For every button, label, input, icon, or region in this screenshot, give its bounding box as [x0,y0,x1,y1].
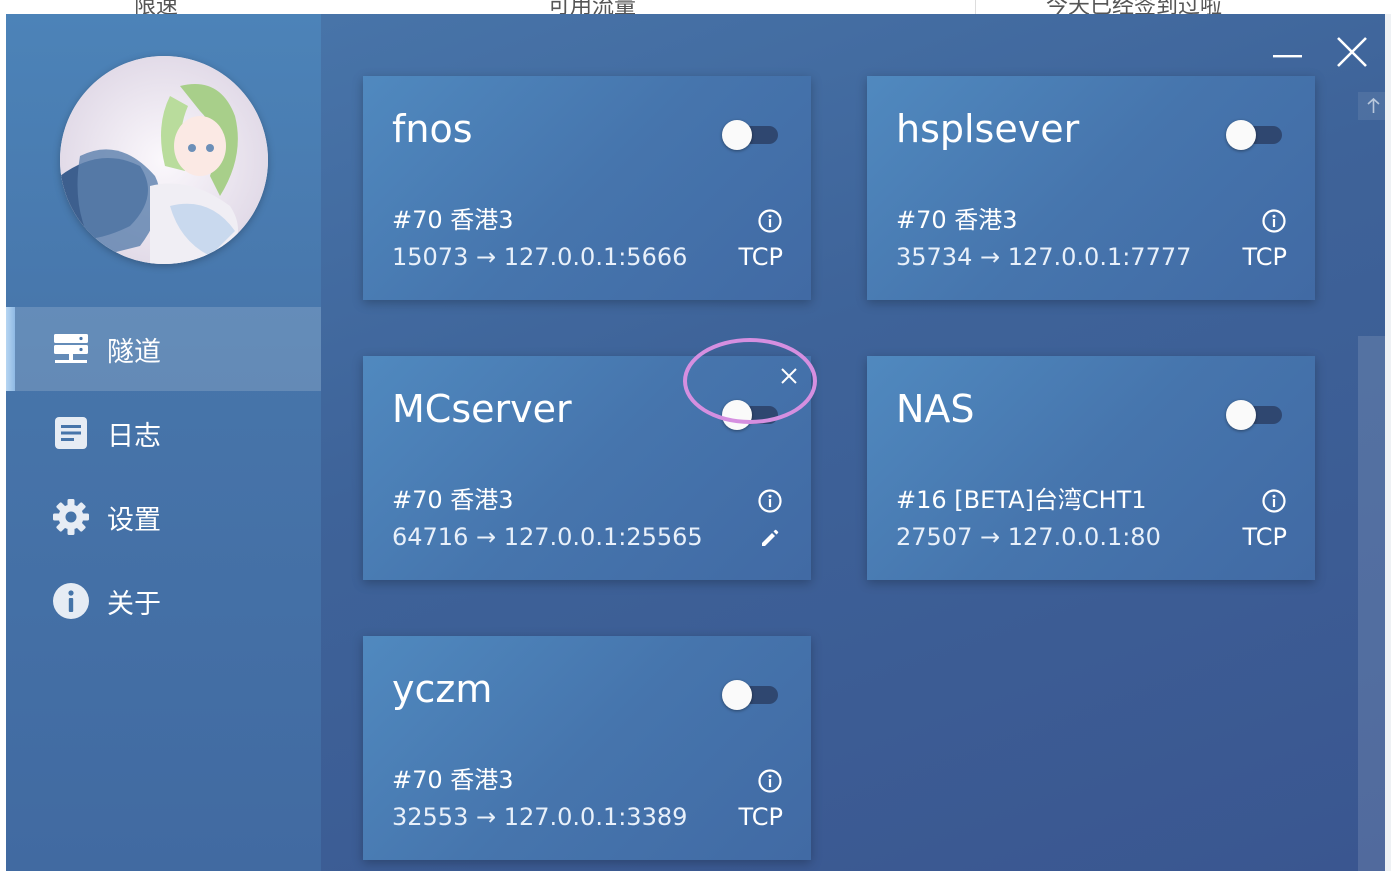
scroll-thumb[interactable] [1358,336,1385,871]
sidebar: 隧道 日志 设置 关于 [6,14,321,871]
tunnel-protocol: TCP [738,243,783,271]
close-window-button[interactable] [1332,34,1372,74]
info-icon [52,582,90,620]
minimize-button[interactable] [1268,34,1308,74]
tunnel-toggle[interactable] [722,398,778,430]
sidebar-item-label: 设置 [107,504,161,536]
tunnel-toggle[interactable] [722,118,778,150]
tunnel-card-mcserver[interactable]: MCserver #70 香港3 64716 → 127.0.0.1:25565 [363,356,811,580]
tunnel-card-fnos[interactable]: fnos #70 香港3 15073 → 127.0.0.1:5666 TCP [363,76,811,300]
tunnel-mapping: 32553 → 127.0.0.1:3389 [392,803,688,831]
delete-tunnel-button[interactable] [777,365,801,389]
avatar[interactable] [60,56,268,264]
tunnel-mapping: 35734 → 127.0.0.1:7777 [896,243,1192,271]
close-icon [781,368,797,384]
tunnel-node: #70 香港3 [392,766,514,794]
sidebar-nav: 隧道 日志 设置 关于 [6,307,321,643]
tunnel-toggle[interactable] [1226,398,1282,430]
tunnel-toggle[interactable] [1226,118,1282,150]
pencil-icon [762,529,779,546]
app-window: 隧道 日志 设置 关于 fnos #70 香港3 15073 → 127.0.0… [6,14,1385,871]
edit-tunnel-button[interactable] [759,527,781,549]
scroll-up-button[interactable] [1358,92,1385,120]
tunnel-mapping: 64716 → 127.0.0.1:25565 [392,523,703,551]
info-icon[interactable] [757,208,783,234]
tunnel-node: #70 香港3 [392,486,514,514]
tunnel-toggle[interactable] [722,678,778,710]
tunnel-node: #16 [BETA]台湾CHT1 [896,486,1147,514]
scrollbar[interactable] [1358,92,1385,871]
bg-right-strip [1385,14,1391,871]
tunnel-protocol: TCP [1242,243,1287,271]
tunnel-card-hsplsever[interactable]: hsplsever #70 香港3 35734 → 127.0.0.1:7777… [867,76,1315,300]
avatar-image [60,56,268,264]
close-icon [1337,37,1367,67]
info-icon[interactable] [757,488,783,514]
tunnel-node: #70 香港3 [896,206,1018,234]
tunnel-name: yczm [392,667,493,711]
tunnel-node: #70 香港3 [392,206,514,234]
tunnel-name: hsplsever [896,107,1080,151]
tunnel-protocol: TCP [1242,523,1287,551]
tunnel-name: NAS [896,387,975,431]
minimize-icon [1273,55,1302,58]
tunnel-name: MCserver [392,387,572,431]
tunnel-mapping: 27507 → 127.0.0.1:80 [896,523,1161,551]
gear-icon [52,498,90,536]
sidebar-item-tunnels[interactable]: 隧道 [6,307,321,391]
bg-divider [975,0,976,14]
sidebar-item-label: 隧道 [107,336,161,368]
sidebar-item-label: 日志 [107,420,161,452]
tunnel-mapping: 15073 → 127.0.0.1:5666 [392,243,688,271]
tunnel-protocol: TCP [738,803,783,831]
server-icon [52,330,90,368]
info-icon[interactable] [1261,208,1287,234]
document-icon [52,414,90,452]
tunnel-name: fnos [392,107,473,151]
sidebar-item-logs[interactable]: 日志 [6,391,321,475]
info-icon[interactable] [1261,488,1287,514]
info-icon[interactable] [757,768,783,794]
sidebar-item-settings[interactable]: 设置 [6,475,321,559]
tunnel-card-nas[interactable]: NAS #16 [BETA]台湾CHT1 27507 → 127.0.0.1:8… [867,356,1315,580]
arrow-up-icon [1367,97,1380,113]
sidebar-item-label: 关于 [107,588,161,620]
sidebar-item-about[interactable]: 关于 [6,559,321,643]
tunnel-card-yczm[interactable]: yczm #70 香港3 32553 → 127.0.0.1:3389 TCP [363,636,811,860]
